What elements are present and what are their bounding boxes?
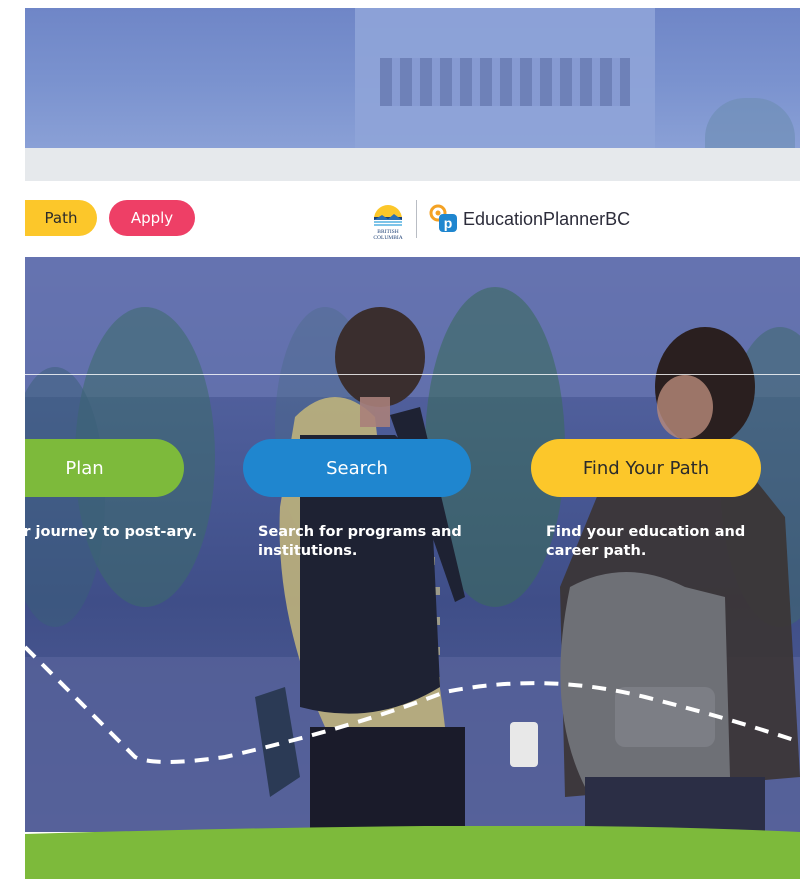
top-hero-image <box>25 8 800 148</box>
page: Path Apply BRITISH COLUMBIA p EducationP… <box>0 0 803 879</box>
hero-section: Plan Search Find Your Path ur journey to… <box>25 257 800 832</box>
apply-nav-label: Apply <box>130 209 174 227</box>
search-description: Search for programs and institutions. <box>258 524 462 559</box>
logo-area[interactable]: BRITISH COLUMBIA p EducationPlannerBC <box>368 193 630 245</box>
building-windows <box>380 58 630 106</box>
brand-name: EducationPlannerBC <box>463 208 631 229</box>
grey-band <box>25 148 800 181</box>
tree-background <box>705 98 795 148</box>
find-path-nav-label: Path <box>44 209 78 227</box>
find-path-nav-button[interactable]: Path <box>25 200 97 236</box>
plan-button[interactable]: Plan <box>25 439 184 497</box>
search-button-label: Search <box>326 457 388 479</box>
plan-button-label: Plan <box>65 457 104 479</box>
green-wave-footer <box>25 826 800 879</box>
site-header: Path Apply BRITISH COLUMBIA p EducationP… <box>25 181 800 257</box>
svg-text:p: p <box>444 215 453 231</box>
bc-logo-icon: BRITISH COLUMBIA <box>373 205 403 241</box>
plan-description: ur journey to post-ary. <box>25 524 198 540</box>
find-your-path-description: Find your education and career path. <box>546 524 746 559</box>
logo-divider <box>416 200 417 238</box>
search-button[interactable]: Search <box>243 439 471 497</box>
find-your-path-button[interactable]: Find Your Path <box>531 439 761 497</box>
hero-divider-line <box>25 374 800 375</box>
apply-nav-button[interactable]: Apply <box>109 200 195 236</box>
bc-logo-text-bottom: COLUMBIA <box>373 235 402 241</box>
education-planner-logo-icon: p <box>429 204 457 232</box>
find-your-path-button-label: Find Your Path <box>582 457 710 479</box>
dashed-wave-decoration <box>25 645 800 764</box>
